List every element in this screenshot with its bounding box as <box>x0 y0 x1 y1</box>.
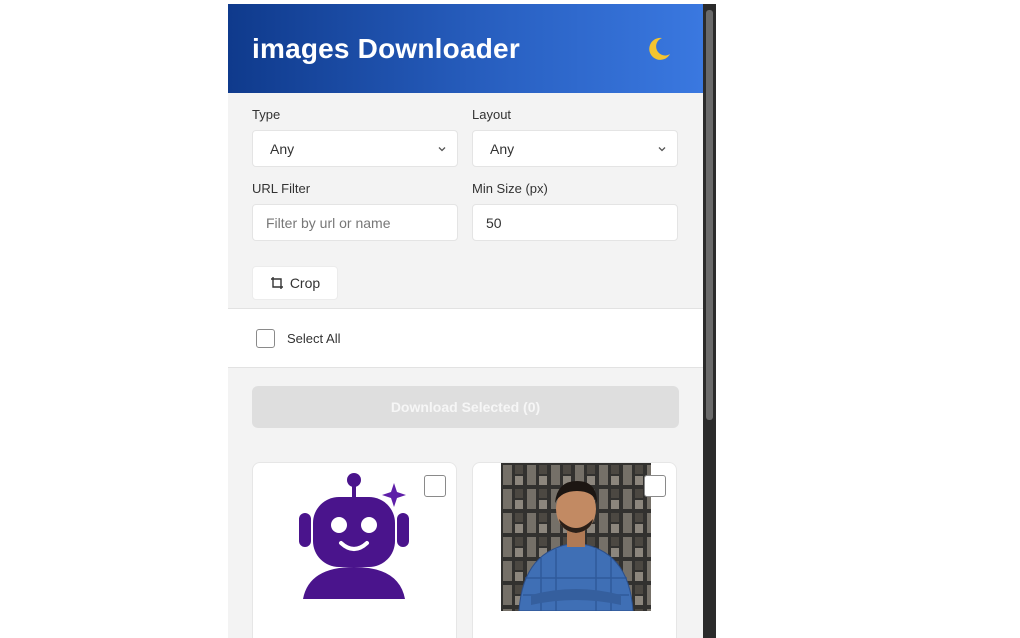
type-select-value: Any <box>270 140 295 157</box>
download-section: Download Selected (0) <box>228 368 703 428</box>
type-select[interactable]: Any <box>252 130 458 167</box>
image-grid <box>228 428 703 638</box>
layout-select[interactable]: Any <box>472 130 678 167</box>
type-field: Type Any <box>252 107 458 167</box>
min-size-field: Min Size (px) 50 <box>472 181 678 241</box>
robot-logo-image <box>281 463 431 611</box>
chevron-down-icon <box>658 146 666 151</box>
url-filter-input[interactable]: Filter by url or name <box>252 204 458 241</box>
filters-panel: Type Any Layout Any URL Filter Filter by… <box>228 93 703 300</box>
min-size-label: Min Size (px) <box>472 181 548 196</box>
image-card[interactable] <box>252 462 457 638</box>
person-photo-image <box>501 463 651 611</box>
image-card[interactable] <box>472 462 677 638</box>
popup-scrollbar[interactable] <box>703 4 716 638</box>
select-all-label: Select All <box>287 330 341 346</box>
image-select-checkbox[interactable] <box>644 475 666 497</box>
crop-button[interactable]: Crop <box>252 266 338 300</box>
url-filter-placeholder: Filter by url or name <box>266 214 391 231</box>
download-selected-button[interactable]: Download Selected (0) <box>252 386 679 428</box>
type-label: Type <box>252 107 281 122</box>
image-select-checkbox[interactable] <box>424 475 446 497</box>
layout-field: Layout Any <box>472 107 678 167</box>
scrollbar-thumb[interactable] <box>706 10 713 420</box>
min-size-value: 50 <box>486 214 502 231</box>
layout-label: Layout <box>472 107 512 122</box>
chevron-down-icon <box>438 146 446 151</box>
app-title: images Downloader <box>252 32 520 64</box>
app-header: images Downloader <box>228 4 703 93</box>
url-filter-field: URL Filter Filter by url or name <box>252 181 458 241</box>
extension-popup: images Downloader Type Any Layout Any UR… <box>228 4 703 638</box>
min-size-input[interactable]: 50 <box>472 204 678 241</box>
select-all-checkbox[interactable] <box>256 328 275 348</box>
url-filter-label: URL Filter <box>252 181 311 196</box>
select-all-row: Select All <box>228 308 703 368</box>
moon-icon[interactable] <box>643 34 673 64</box>
crop-label: Crop <box>289 275 321 291</box>
crop-icon <box>270 277 283 289</box>
layout-select-value: Any <box>490 140 515 157</box>
